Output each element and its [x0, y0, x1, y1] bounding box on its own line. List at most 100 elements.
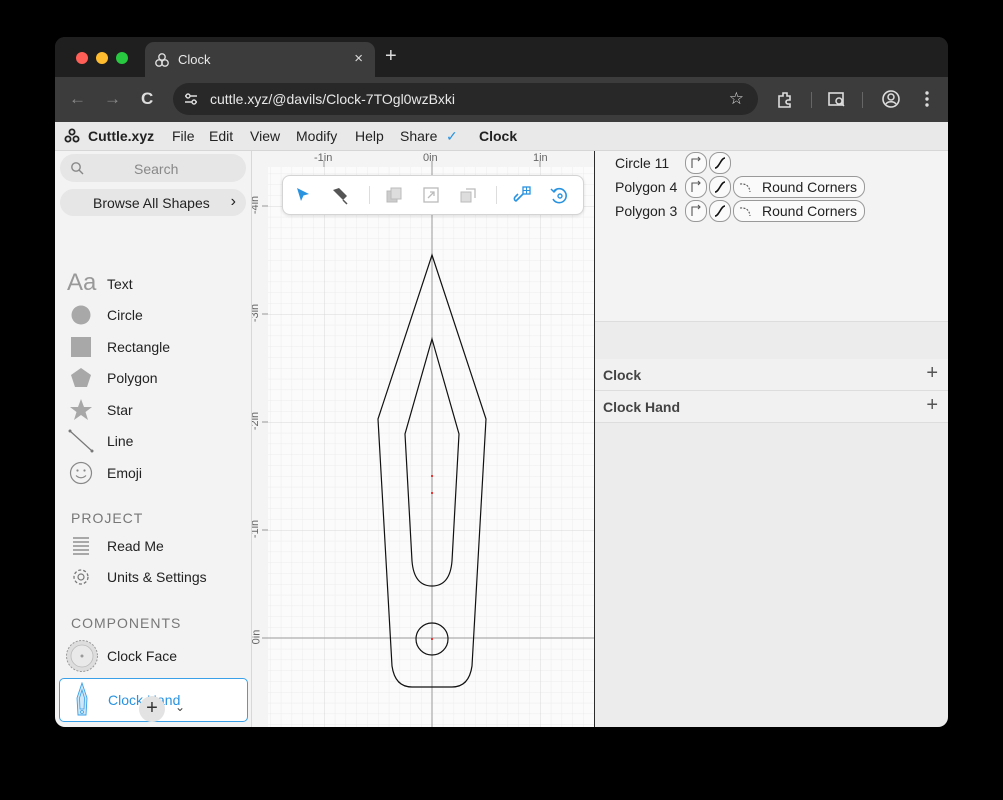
round-corners-modifier[interactable]: Round Corners	[733, 176, 865, 198]
toolbar-divider	[862, 92, 863, 108]
canvas-tool-palette	[282, 175, 584, 215]
rotate-tool-icon[interactable]	[549, 185, 569, 205]
modifier-label: Round Corners	[762, 203, 857, 219]
close-window-button[interactable]	[76, 52, 88, 64]
ruler-y-label: 0in	[252, 629, 263, 645]
shape-item-star[interactable]: Star	[55, 395, 251, 425]
group-row-clock-hand[interactable]: Clock Hand +	[595, 391, 948, 423]
project-item-read-me[interactable]: Read Me	[55, 531, 251, 561]
shape-item-line[interactable]: Line	[55, 426, 251, 456]
browser-toolbar: ← → C cuttle.xyz/@davils/Clock-7TOgl0wzB…	[55, 77, 948, 122]
menu-view[interactable]: View	[250, 128, 280, 144]
tab-strip: Clock × +	[55, 37, 948, 77]
transform-modifier-icon[interactable]	[685, 200, 707, 222]
shapes-sidebar: Search Browse All Shapes › Aa Text Circl…	[55, 151, 252, 727]
menu-help[interactable]: Help	[355, 128, 384, 144]
shape-label: Emoji	[107, 465, 143, 481]
add-component-button[interactable]: +	[139, 696, 165, 722]
round-corners-modifier[interactable]: Round Corners	[733, 200, 865, 222]
shape-search-input[interactable]: Search	[60, 154, 246, 182]
document-title[interactable]: Clock	[479, 128, 517, 144]
menu-edit[interactable]: Edit	[209, 128, 233, 144]
repeat-tool-icon[interactable]	[458, 185, 478, 205]
link-tool-icon[interactable]	[512, 185, 532, 205]
ruler-x-label: 0in	[423, 152, 438, 164]
star-icon	[70, 399, 92, 420]
canvas-grid	[252, 151, 594, 727]
curve-modifier-icon[interactable]	[709, 152, 731, 174]
shape-item-polygon[interactable]: Polygon	[55, 363, 251, 393]
transform-modifier-icon[interactable]	[685, 176, 707, 198]
shape-label: Text	[107, 276, 133, 292]
ruler-y-label: -4in	[252, 195, 262, 215]
back-button[interactable]: ←	[69, 89, 86, 109]
shape-item-circle[interactable]: Circle	[55, 300, 251, 330]
curve-modifier-icon[interactable]	[709, 176, 731, 198]
browser-menu-icon[interactable]	[917, 89, 937, 109]
bookmark-star-icon[interactable]: ☆	[729, 89, 744, 109]
tool-divider	[496, 186, 497, 204]
project-section-title: PROJECT	[71, 510, 144, 526]
search-placeholder: Search	[134, 161, 179, 177]
group-name: Clock Hand	[603, 399, 681, 415]
shape-modifier-list: Circle 11 Polygon 4 Round Corners Polygo…	[595, 151, 948, 322]
add-modifier-icon[interactable]: +	[926, 394, 938, 417]
browser-window: Clock × + ← → C cuttle.xyz/@davils/Clock…	[55, 37, 948, 727]
tool-divider	[369, 186, 370, 204]
search-icon	[71, 162, 84, 175]
circle-icon	[71, 305, 91, 325]
minimize-window-button[interactable]	[96, 52, 108, 64]
address-bar[interactable]: cuttle.xyz/@davils/Clock-7TOgl0wzBxki ☆	[173, 83, 758, 115]
cuttle-favicon-icon	[155, 53, 169, 67]
project-item-units-settings[interactable]: Units & Settings	[55, 562, 251, 592]
toolbar-divider	[811, 92, 812, 108]
tab-search-icon[interactable]	[827, 89, 847, 109]
browser-tab-clock[interactable]: Clock ×	[145, 42, 375, 77]
design-canvas[interactable]: -1in 0in 1in -4in -3in -2in -1in 0in	[252, 151, 594, 727]
component-item-clock-face[interactable]: Clock Face	[59, 635, 246, 677]
cuttle-logo-icon	[64, 128, 80, 143]
maximize-window-button[interactable]	[116, 52, 128, 64]
site-settings-icon[interactable]	[183, 91, 199, 107]
share-check-icon: ✓	[446, 128, 458, 144]
pen-tool-icon[interactable]	[330, 185, 350, 205]
browse-all-shapes-button[interactable]: Browse All Shapes ›	[60, 189, 246, 216]
ruler-y-label: -3in	[252, 303, 262, 323]
shape-item-text[interactable]: Aa Text	[55, 269, 251, 299]
app-brand[interactable]: Cuttle.xyz	[88, 128, 154, 144]
menu-modify[interactable]: Modify	[296, 128, 337, 144]
menu-share[interactable]: Share	[400, 128, 437, 144]
shape-item-emoji[interactable]: Emoji	[55, 458, 251, 488]
polygon-icon	[71, 368, 91, 387]
transform-modifier-icon[interactable]	[685, 152, 707, 174]
tab-close-icon[interactable]: ×	[354, 50, 363, 67]
project-label: Read Me	[107, 538, 164, 554]
shape-label: Star	[107, 402, 133, 418]
group-tool-icon[interactable]	[384, 185, 404, 205]
new-tab-button[interactable]: +	[385, 45, 397, 68]
shape-label: Circle	[107, 307, 143, 323]
profile-icon[interactable]	[881, 89, 901, 109]
ruler-y-label: -1in	[252, 519, 262, 539]
clock-hand-thumbnail-icon	[76, 682, 88, 716]
transform-tool-icon[interactable]	[421, 185, 441, 205]
shape-name: Circle 11	[615, 155, 670, 171]
shape-name: Polygon 3	[615, 203, 678, 219]
menu-file[interactable]: File	[172, 128, 195, 144]
shape-name: Polygon 4	[615, 179, 678, 195]
forward-button[interactable]: →	[104, 89, 121, 109]
select-tool-icon[interactable]	[293, 185, 313, 205]
add-modifier-icon[interactable]: +	[926, 362, 938, 385]
shape-item-rectangle[interactable]: Rectangle	[55, 332, 251, 362]
chevron-down-icon[interactable]: ⌄	[175, 700, 185, 714]
modifier-label: Round Corners	[762, 179, 857, 195]
clock-face-thumbnail-icon	[66, 640, 98, 672]
tab-title: Clock	[178, 52, 211, 67]
group-row-clock[interactable]: Clock +	[595, 359, 948, 391]
curve-modifier-icon[interactable]	[709, 200, 731, 222]
emoji-icon	[69, 461, 93, 485]
modifiers-panel: Circle 11 Polygon 4 Round Corners Polygo…	[595, 151, 948, 727]
extensions-icon[interactable]	[775, 89, 795, 109]
reload-button[interactable]: C	[141, 89, 153, 109]
shape-label: Line	[107, 433, 134, 449]
